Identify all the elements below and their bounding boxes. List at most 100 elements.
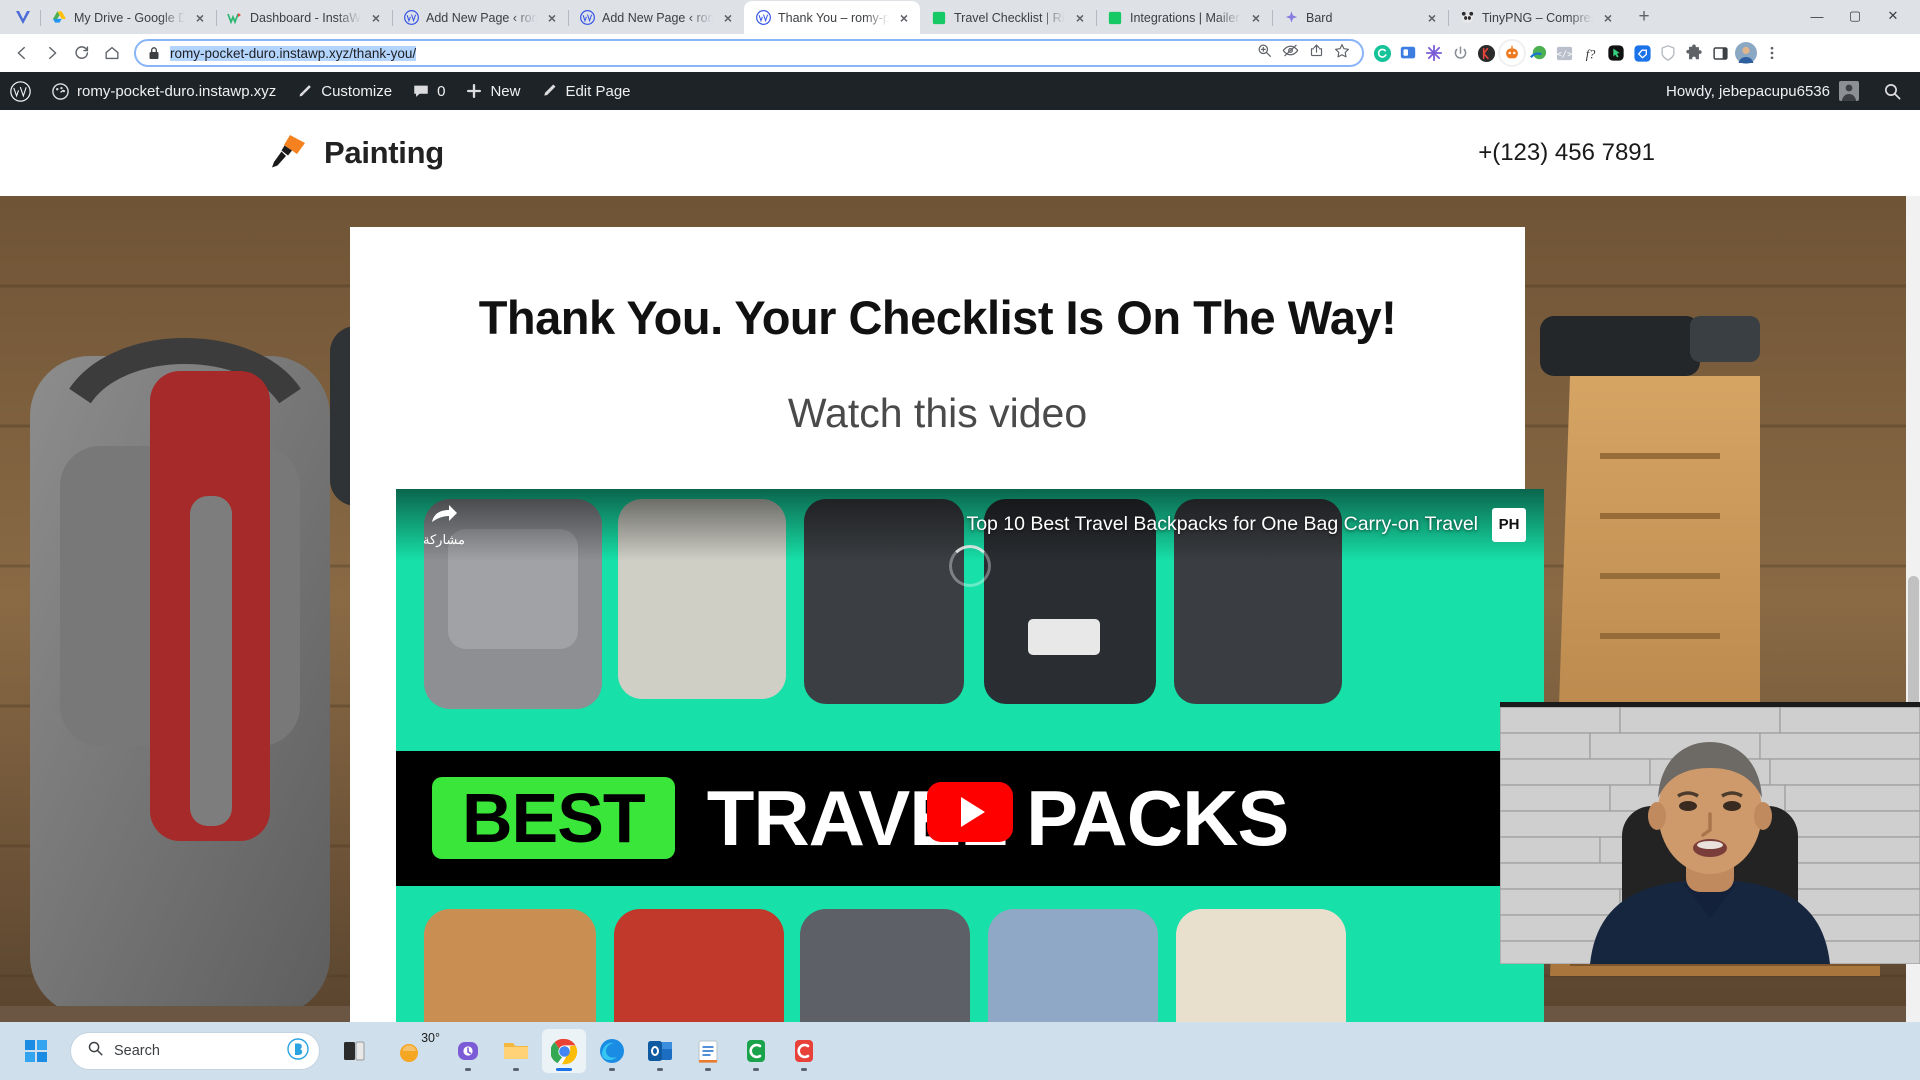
grammarly-icon[interactable]	[1370, 41, 1394, 65]
green-square-icon	[931, 10, 947, 26]
youtube-video-embed[interactable]: BEST TRAVEL PACKS مشاركة Top 10 Best Tra…	[396, 488, 1544, 1022]
search-icon	[1883, 82, 1902, 101]
tab-close-icon[interactable]: ×	[1424, 10, 1440, 26]
reload-icon[interactable]	[68, 39, 96, 67]
power-icon[interactable]	[1448, 41, 1472, 65]
bitwarden-icon[interactable]	[1396, 41, 1420, 65]
profile-avatar[interactable]	[1734, 41, 1758, 65]
tab-label: Integrations | MailerLi	[1130, 10, 1241, 25]
back-icon[interactable]	[8, 39, 36, 67]
tab-close-icon[interactable]: ×	[368, 10, 384, 26]
tab-mailerlite-integrations[interactable]: Integrations | MailerLi ×	[1096, 1, 1272, 34]
tab-tinypng[interactable]: TinyPNG – Compress ×	[1448, 1, 1624, 34]
tab-close-icon[interactable]: ×	[896, 10, 912, 26]
tab-label: Thank You – romy-po	[778, 10, 889, 25]
paintbrush-icon	[268, 130, 310, 177]
shield-icon[interactable]	[1656, 41, 1680, 65]
weather-widget[interactable]: 30°	[380, 1029, 442, 1073]
tab-bard[interactable]: Bard ×	[1272, 1, 1448, 34]
admin-bar-customize[interactable]: Customize	[286, 72, 402, 110]
admin-bar-search[interactable]	[1871, 72, 1914, 110]
tab-close-icon[interactable]: ×	[192, 10, 208, 26]
sidepanel-icon[interactable]	[1708, 41, 1732, 65]
taskbar-search-box[interactable]: Search	[70, 1032, 320, 1070]
omnibox-icons	[1257, 43, 1354, 64]
search-icon	[87, 1040, 104, 1062]
page-subheading: Watch this video	[787, 389, 1088, 436]
zoom-icon[interactable]	[1257, 43, 1272, 63]
tab-close-icon[interactable]: ×	[544, 10, 560, 26]
star-icon[interactable]	[1334, 43, 1350, 64]
tab-close-icon[interactable]: ×	[720, 10, 736, 26]
running-indicator	[657, 1068, 663, 1071]
customize-label: Customize	[321, 82, 393, 100]
wordpress-icon	[403, 10, 419, 26]
tab-close-icon[interactable]: ×	[1072, 10, 1088, 26]
channel-badge[interactable]: PH	[1492, 507, 1526, 542]
active-indicator	[556, 1068, 572, 1071]
edge-icon[interactable]	[590, 1029, 634, 1073]
admin-bar-new[interactable]: New	[455, 72, 530, 110]
site-logo[interactable]: Painting	[268, 130, 444, 177]
tab-close-icon[interactable]: ×	[1248, 10, 1264, 26]
tab-close-icon[interactable]: ×	[1600, 10, 1616, 26]
tab-label: Bard	[1306, 10, 1333, 25]
close-window-button[interactable]: ✕	[1876, 3, 1910, 29]
tab-thank-you-active[interactable]: Thank You – romy-po ×	[744, 1, 920, 34]
green-square-icon	[1107, 10, 1123, 26]
tab-travel-checklist[interactable]: Travel Checklist | Rich ×	[920, 1, 1096, 34]
tag-icon[interactable]	[1630, 41, 1654, 65]
idm-icon[interactable]	[1526, 41, 1550, 65]
eye-slash-icon[interactable]	[1282, 43, 1299, 63]
tab-my-drive[interactable]: My Drive - Google Dr ×	[40, 1, 216, 34]
address-bar[interactable]: romy-pocket-duro.instawp.xyz/thank-you/	[134, 39, 1364, 67]
file-explorer-icon[interactable]	[494, 1029, 538, 1073]
youtube-play-button[interactable]	[927, 781, 1013, 842]
dashboard-icon	[51, 82, 70, 101]
url-text[interactable]: romy-pocket-duro.instawp.xyz/thank-you/	[170, 45, 1249, 61]
admin-bar-edit-page[interactable]: Edit Page	[530, 72, 640, 110]
teams-icon[interactable]	[446, 1029, 490, 1073]
camtasia-red-icon[interactable]	[782, 1029, 826, 1073]
header-phone-number[interactable]: +(123) 456 7891	[1478, 139, 1655, 167]
brush-icon	[296, 82, 314, 100]
running-indicator	[465, 1068, 471, 1071]
svg-text:</>: </>	[1556, 49, 1571, 59]
keeper-icon[interactable]	[1474, 41, 1498, 65]
admin-bar-site-name[interactable]: romy-pocket-duro.instawp.xyz	[41, 72, 286, 110]
minimize-button[interactable]: —	[1800, 3, 1834, 29]
menu-kebab-icon[interactable]	[1760, 41, 1784, 65]
camtasia-green-icon[interactable]	[734, 1029, 778, 1073]
forward-icon[interactable]	[38, 39, 66, 67]
bot-icon[interactable]	[1500, 41, 1524, 65]
asterisk-icon[interactable]	[1422, 41, 1446, 65]
youtube-share-button[interactable]: مشاركة	[414, 501, 474, 548]
admin-bar-wp-logo[interactable]	[0, 72, 41, 110]
page-heading: Thank You. Your Checklist Is On The Way!	[478, 291, 1397, 344]
tab-add-new-page-1[interactable]: Add New Page ‹ romy ×	[392, 1, 568, 34]
tab-add-new-page-2[interactable]: Add New Page ‹ romy ×	[568, 1, 744, 34]
notepad-icon[interactable]	[686, 1029, 730, 1073]
chrome-icon[interactable]	[542, 1029, 586, 1073]
share-icon[interactable]	[1309, 43, 1324, 63]
pointer-icon[interactable]	[1604, 41, 1628, 65]
outlook-icon[interactable]	[638, 1029, 682, 1073]
webcam-overlay[interactable]	[1500, 702, 1920, 964]
video-title[interactable]: Top 10 Best Travel Backpacks for One Bag…	[966, 513, 1478, 536]
task-view-icon[interactable]	[332, 1029, 376, 1073]
admin-bar-howdy[interactable]: Howdy, jebepacupu6536	[1656, 72, 1863, 110]
tab-label: TinyPNG – Compress	[1482, 10, 1593, 25]
start-icon[interactable]	[14, 1029, 58, 1073]
admin-bar-comments[interactable]: 0	[402, 72, 455, 110]
url-selected-text: romy-pocket-duro.instawp.xyz/thank-you/	[170, 45, 417, 61]
new-tab-button[interactable]: +	[1630, 3, 1658, 31]
maximize-button[interactable]: ▢	[1838, 3, 1872, 29]
lock-icon	[148, 46, 162, 60]
home-icon[interactable]	[98, 39, 126, 67]
puzzle-icon[interactable]	[1682, 41, 1706, 65]
code-icon[interactable]: </>	[1552, 41, 1576, 65]
tab-instawp-dashboard[interactable]: Dashboard - InstaWP ×	[216, 1, 392, 34]
fonts-ninja-icon[interactable]: f?	[1578, 41, 1602, 65]
wordpress-icon	[579, 10, 595, 26]
bing-copilot-icon[interactable]	[287, 1037, 309, 1065]
